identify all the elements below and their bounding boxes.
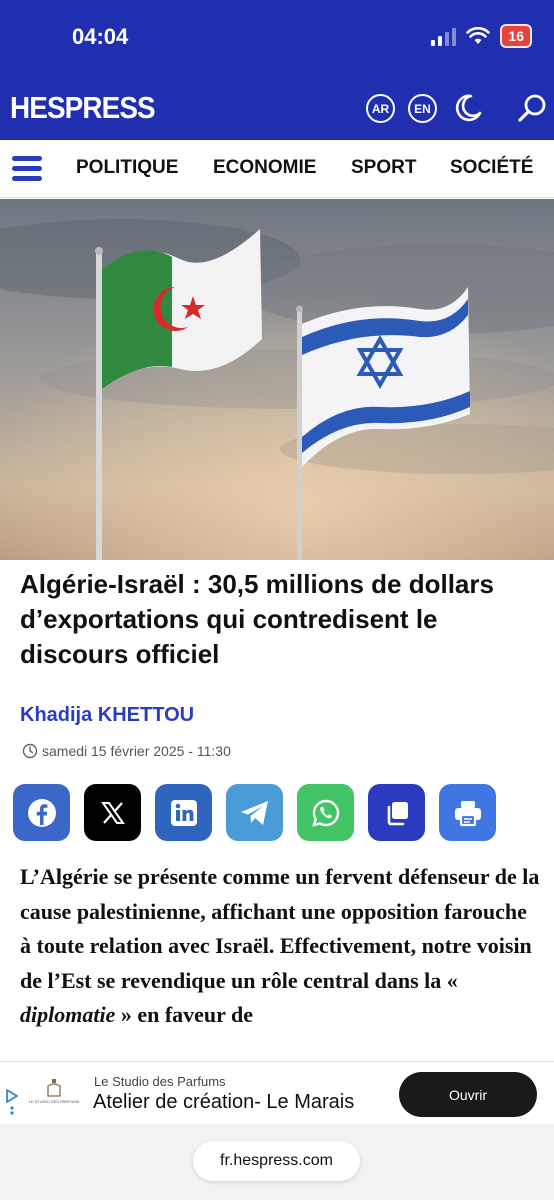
ad-open-button[interactable]: Ouvrir xyxy=(399,1072,537,1117)
article-author[interactable]: Khadija KHETTOU xyxy=(20,704,194,727)
article-body: L’Algérie se présente comme un fervent d… xyxy=(20,860,540,1062)
perfume-bottle-icon xyxy=(47,1079,61,1097)
ad-title: Atelier de création- Le Marais xyxy=(93,1091,355,1113)
x-icon xyxy=(100,801,125,824)
ad-banner[interactable]: LE STUDIO DES PARFUMS Le Studio des Parf… xyxy=(0,1061,554,1124)
article-body-emphasis: diplomatie xyxy=(20,1002,116,1027)
site-logo[interactable]: HESPRESS xyxy=(10,90,156,126)
print-button[interactable] xyxy=(439,784,496,841)
clock-icon xyxy=(22,743,38,759)
ad-logo: LE STUDIO DES PARFUMS xyxy=(29,1078,79,1112)
url-bar[interactable]: fr.hespress.com xyxy=(193,1141,360,1181)
category-nav: POLITIQUE ECONOMIE SPORT SOCIÉTÉ xyxy=(0,140,554,198)
battery-icon: 16 xyxy=(500,24,532,48)
share-facebook-button[interactable] xyxy=(13,784,70,841)
copy-link-button[interactable] xyxy=(368,784,425,841)
share-whatsapp-button[interactable] xyxy=(297,784,354,841)
hero-image xyxy=(0,199,554,560)
article-date-text: samedi 15 février 2025 - 11:30 xyxy=(42,743,231,759)
browser-bar: fr.hespress.com xyxy=(0,1124,554,1200)
article-body-text: L’Algérie se présente comme un fervent d… xyxy=(20,864,540,993)
article-body-text-end: » en faveur de xyxy=(115,1002,254,1027)
whatsapp-icon xyxy=(311,799,339,827)
facebook-icon xyxy=(27,798,56,827)
nav-item-politique[interactable]: POLITIQUE xyxy=(76,157,178,179)
wifi-icon xyxy=(466,27,491,44)
lang-en-button[interactable]: EN xyxy=(408,94,437,123)
linkedin-icon xyxy=(170,799,197,826)
nav-item-economie[interactable]: ECONOMIE xyxy=(213,157,316,179)
menu-icon[interactable] xyxy=(12,156,42,182)
article-date: samedi 15 février 2025 - 11:30 xyxy=(22,743,231,759)
article-title: Algérie-Israël : 30,5 millions de dollar… xyxy=(20,569,494,669)
nav-item-societe[interactable]: SOCIÉTÉ xyxy=(450,157,533,179)
share-telegram-button[interactable] xyxy=(226,784,283,841)
moon-icon[interactable] xyxy=(452,92,484,124)
status-time: 04:04 xyxy=(72,24,129,49)
share-buttons xyxy=(13,784,496,841)
share-x-button[interactable] xyxy=(84,784,141,841)
flags-illustration xyxy=(0,199,554,560)
share-linkedin-button[interactable] xyxy=(155,784,212,841)
search-icon[interactable] xyxy=(516,92,548,124)
telegram-icon xyxy=(240,800,268,825)
copy-icon xyxy=(387,801,408,825)
lang-ar-button[interactable]: AR xyxy=(366,94,395,123)
ad-sponsor: Le Studio des Parfums xyxy=(94,1074,226,1089)
ad-choices-icon[interactable] xyxy=(4,1088,20,1118)
nav-item-sport[interactable]: SPORT xyxy=(351,157,416,179)
ad-logo-text: LE STUDIO DES PARFUMS xyxy=(28,1099,80,1104)
site-header: 04:04 16 HESPRESS AR EN xyxy=(0,0,554,140)
printer-icon xyxy=(454,800,481,826)
status-icons: 16 xyxy=(431,24,532,48)
signal-icon xyxy=(431,26,457,46)
